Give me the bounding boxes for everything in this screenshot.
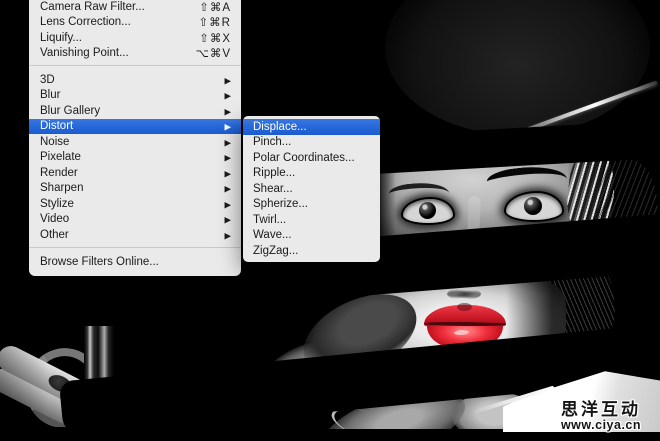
menu-item-label: Noise xyxy=(40,136,224,148)
menu-item-label: Liquify... xyxy=(40,32,199,44)
menu-item-shortcut: ⇧⌘R xyxy=(199,15,231,29)
menu-item[interactable]: Sharpen ▶ xyxy=(29,181,241,197)
watermark-brand: 思洋互动 xyxy=(546,401,656,419)
menu-item-label: Browse Filters Online... xyxy=(40,256,231,268)
submenu-item[interactable]: Displace... xyxy=(243,119,380,135)
submenu-item[interactable]: Wave... xyxy=(243,228,380,244)
menu-item-label: Lens Correction... xyxy=(40,16,199,28)
menu-item-label: Pixelate xyxy=(40,151,224,163)
submenu-item-label: Shear... xyxy=(253,183,372,195)
submenu-item[interactable]: Ripple... xyxy=(243,166,380,182)
left-iris xyxy=(419,202,436,219)
distort-submenu: Displace... Pinch... Polar Coordinates..… xyxy=(243,116,380,262)
menu-separator xyxy=(29,65,241,66)
menu-item[interactable]: Video ▶ xyxy=(29,212,241,228)
menu-item-label: Vanishing Point... xyxy=(40,47,196,59)
left-eye xyxy=(401,197,455,225)
submenu-arrow-icon: ▶ xyxy=(224,200,231,209)
submenu-item-label: Polar Coordinates... xyxy=(253,152,372,164)
submenu-item[interactable]: Pinch... xyxy=(243,135,380,151)
menu-item-label: Stylize xyxy=(40,198,224,210)
menu-item-label: Render xyxy=(40,167,224,179)
menu-item[interactable]: Distort ▶ xyxy=(29,119,241,135)
submenu-arrow-icon: ▶ xyxy=(224,123,231,132)
submenu-item-label: Twirl... xyxy=(253,214,372,226)
watermark: 思洋互动 www.ciya.cn xyxy=(546,401,656,432)
menu-item-shortcut: ⇧⌘X xyxy=(199,31,231,45)
submenu-item-label: Wave... xyxy=(253,229,372,241)
submenu-item-label: Pinch... xyxy=(253,136,372,148)
menu-item-label: Camera Raw Filter... xyxy=(40,1,199,13)
menu-item[interactable]: 3D ▶ xyxy=(29,72,241,88)
menu-separator xyxy=(29,247,241,248)
submenu-item[interactable]: Polar Coordinates... xyxy=(243,150,380,166)
menu-item[interactable]: Other ▶ xyxy=(29,227,241,243)
menu-item[interactable]: Lens Correction... ⇧⌘R xyxy=(29,15,241,31)
menu-item[interactable]: Camera Raw Filter... ⇧⌘A xyxy=(29,0,241,15)
submenu-item[interactable]: Shear... xyxy=(243,181,380,197)
menu-item[interactable]: Noise ▶ xyxy=(29,134,241,150)
menu-section-top: Camera Raw Filter... ⇧⌘A Lens Correction… xyxy=(29,0,241,61)
menu-item[interactable]: Liquify... ⇧⌘X xyxy=(29,30,241,46)
menu-item[interactable]: Browse Filters Online... xyxy=(29,255,241,271)
submenu-item[interactable]: Spherize... xyxy=(243,197,380,213)
cupid-bow xyxy=(457,303,472,311)
watermark-url: www.ciya.cn xyxy=(546,419,656,432)
submenu-arrow-icon: ▶ xyxy=(224,76,231,85)
menu-item[interactable]: Pixelate ▶ xyxy=(29,150,241,166)
nose-shadow xyxy=(447,288,481,300)
filter-menu: Camera Raw Filter... ⇧⌘A Lens Correction… xyxy=(29,0,241,276)
submenu-arrow-icon: ▶ xyxy=(224,169,231,178)
menu-item-label: Sharpen xyxy=(40,182,224,194)
menu-item-label: Video xyxy=(40,213,224,225)
menu-item[interactable]: Blur Gallery ▶ xyxy=(29,103,241,119)
submenu-item-label: ZigZag... xyxy=(253,245,372,257)
menu-section-bottom: Browse Filters Online... xyxy=(29,255,241,271)
submenu-item[interactable]: Twirl... xyxy=(243,212,380,228)
menu-item-shortcut: ⌥⌘V xyxy=(196,46,231,60)
menu-item-label: Other xyxy=(40,229,224,241)
submenu-arrow-icon: ▶ xyxy=(224,138,231,147)
menu-item[interactable]: Render ▶ xyxy=(29,165,241,181)
submenu-arrow-icon: ▶ xyxy=(224,154,231,163)
submenu-item-label: Spherize... xyxy=(253,198,372,210)
submenu-arrow-icon: ▶ xyxy=(224,185,231,194)
submenu-arrow-icon: ▶ xyxy=(224,216,231,225)
submenu-item-label: Ripple... xyxy=(253,167,372,179)
menu-section-categories: 3D ▶ Blur ▶ Blur Gallery ▶ Distort ▶ xyxy=(29,72,241,243)
menu-item[interactable]: Stylize ▶ xyxy=(29,196,241,212)
menu-item-shortcut: ⇧⌘A xyxy=(199,0,231,14)
menu-item-label: Blur Gallery xyxy=(40,105,224,117)
submenu-item[interactable]: ZigZag... xyxy=(243,243,380,259)
submenu-arrow-icon: ▶ xyxy=(224,92,231,101)
submenu-arrow-icon: ▶ xyxy=(224,231,231,240)
submenu-item-label: Displace... xyxy=(253,121,372,133)
photoshop-filter-menu-screenshot: Camera Raw Filter... ⇧⌘A Lens Correction… xyxy=(0,0,660,441)
hat xyxy=(385,0,650,135)
menu-item-label: Blur xyxy=(40,89,224,101)
submenu-arrow-icon: ▶ xyxy=(224,107,231,116)
menu-item-label: 3D xyxy=(40,74,224,86)
menu-item[interactable]: Vanishing Point... ⌥⌘V xyxy=(29,46,241,62)
right-iris xyxy=(524,197,542,215)
menu-item[interactable]: Blur ▶ xyxy=(29,88,241,104)
mouth-line xyxy=(424,322,506,326)
menu-item-label: Distort xyxy=(40,120,224,132)
